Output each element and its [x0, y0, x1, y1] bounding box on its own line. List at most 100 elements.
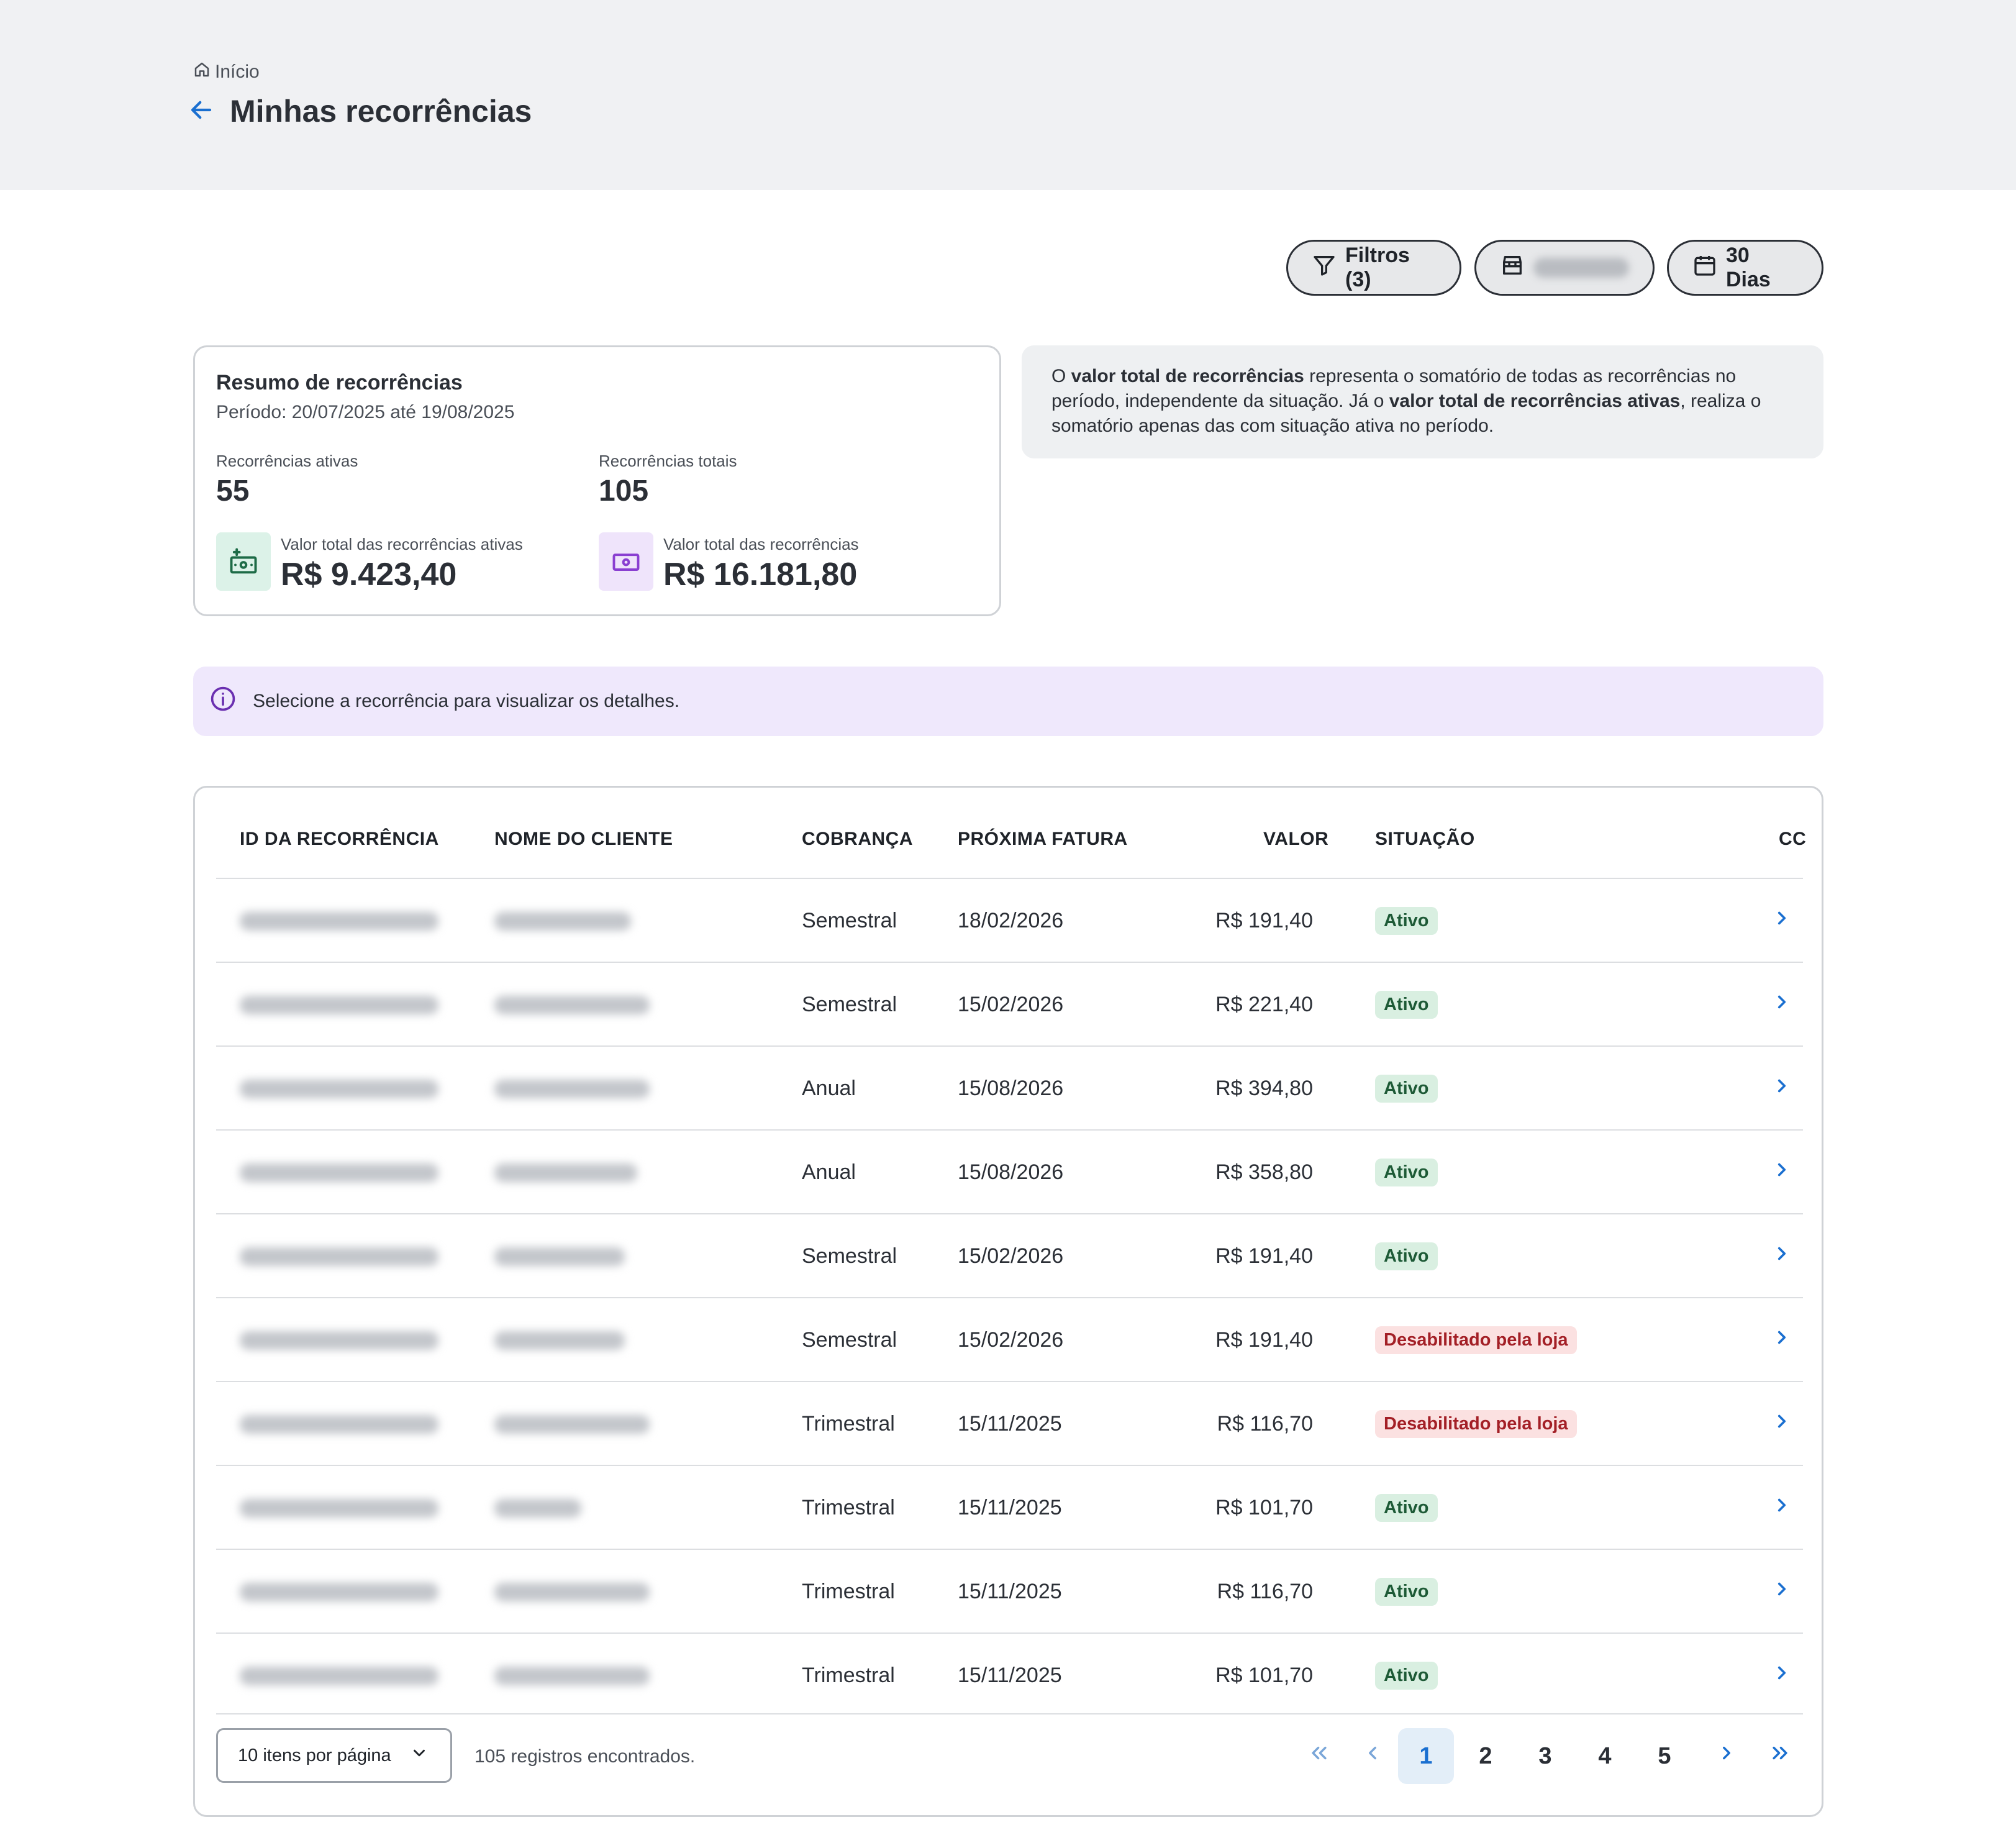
status-cell: Ativo: [1375, 1466, 1438, 1550]
filters-button[interactable]: Filtros (3): [1286, 240, 1461, 296]
chevron-right-icon: [1771, 1578, 1792, 1605]
billing-cell: Trimestral: [802, 1664, 895, 1687]
table-row[interactable]: Semestral 15/02/2026 R$ 191,40 Desabilitado…: [216, 1297, 1803, 1381]
row-open-button[interactable]: [1771, 963, 1792, 1047]
calendar-icon: [1692, 253, 1717, 283]
status-badge: Ativo: [1375, 1578, 1438, 1606]
chevron-left-icon: [1362, 1742, 1383, 1770]
page-header: Início Minhas recorrências: [0, 0, 2016, 190]
previous-page-button[interactable]: [1345, 1728, 1401, 1784]
row-open-button[interactable]: [1771, 1382, 1792, 1466]
billing-cell: Anual: [802, 1160, 856, 1184]
breadcrumb-home-label[interactable]: Início: [215, 61, 260, 83]
chevrons-left-icon: [1309, 1742, 1330, 1770]
billing-cell: Semestral: [802, 1328, 897, 1352]
breadcrumb[interactable]: Início: [193, 60, 260, 84]
table-row[interactable]: Semestral 15/02/2026 R$ 221,40 Ativo: [216, 962, 1803, 1045]
client-name-cell: [494, 963, 650, 1047]
page-4-button[interactable]: 4: [1577, 1728, 1633, 1784]
next-invoice-cell: 15/11/2025: [958, 1580, 1062, 1603]
page-1-button[interactable]: 1: [1398, 1728, 1454, 1784]
billing-cell: Trimestral: [802, 1496, 895, 1519]
first-page-button[interactable]: [1291, 1728, 1347, 1784]
recurrences-table: ID DA RECORRÊNCIA NOME DO CLIENTE COBRAN…: [193, 786, 1823, 1817]
chevrons-right-icon: [1769, 1742, 1791, 1770]
next-invoice-cell: 15/11/2025: [958, 1412, 1062, 1436]
column-header-client: NOME DO CLIENTE: [494, 829, 673, 849]
items-per-page-select[interactable]: 10 itens por página: [216, 1728, 452, 1783]
last-page-button[interactable]: [1752, 1728, 1808, 1784]
billing-cell: Semestral: [802, 909, 897, 932]
table-footer: 10 itens por página 105 registros encont…: [216, 1713, 1803, 1797]
billing-cell: Trimestral: [802, 1412, 895, 1436]
recurrence-id-cell: [240, 1382, 438, 1466]
client-name-cell: [494, 1298, 625, 1382]
status-cell: Ativo: [1375, 1634, 1438, 1718]
row-open-button[interactable]: [1771, 879, 1792, 963]
row-open-button[interactable]: [1771, 1550, 1792, 1634]
value-cell: R$ 221,40: [1215, 993, 1313, 1016]
chevron-right-icon: [1771, 908, 1792, 934]
row-open-button[interactable]: [1771, 1634, 1792, 1718]
recurrence-id-cell: [240, 879, 438, 963]
row-open-button[interactable]: [1771, 1214, 1792, 1298]
client-name-redacted: [494, 1414, 650, 1434]
active-count-value: 55: [216, 475, 250, 508]
back-button[interactable]: [186, 96, 216, 126]
recurrence-id-redacted: [240, 1414, 438, 1434]
period-button[interactable]: 30 Dias: [1667, 240, 1823, 296]
page-title: Minhas recorrências: [230, 94, 532, 129]
row-open-button[interactable]: [1771, 1047, 1792, 1131]
items-per-page-label: 10 itens por página: [238, 1745, 391, 1765]
status-badge: Ativo: [1375, 1075, 1438, 1103]
store-name-redacted: [1533, 258, 1629, 278]
period-label: 30 Dias: [1726, 244, 1771, 291]
summary-title: Resumo de recorrências: [216, 371, 463, 394]
arrow-left-icon: [188, 97, 214, 126]
status-cell: Ativo: [1375, 1550, 1438, 1634]
row-open-button[interactable]: [1771, 1466, 1792, 1550]
client-name-cell: [494, 1131, 637, 1214]
table-row[interactable]: Semestral 15/02/2026 R$ 191,40 Ativo: [216, 1213, 1803, 1297]
next-invoice-cell: 15/11/2025: [958, 1496, 1062, 1519]
chevron-right-icon: [1771, 1495, 1792, 1521]
column-header-next-invoice: PRÓXIMA FATURA: [958, 829, 1128, 849]
table-row[interactable]: Semestral 18/02/2026 R$ 191,40 Ativo: [216, 878, 1803, 962]
total-amount-label: Valor total das recorrências: [663, 535, 859, 553]
next-page-button[interactable]: [1699, 1728, 1755, 1784]
status-badge: Ativo: [1375, 1494, 1438, 1522]
chevron-right-icon: [1771, 1243, 1792, 1270]
recurrence-id-cell: [240, 1550, 438, 1634]
client-name-cell: [494, 1047, 650, 1131]
status-badge: Desabilitado pela loja: [1375, 1410, 1577, 1438]
next-invoice-cell: 15/02/2026: [958, 1328, 1064, 1352]
client-name-redacted: [494, 1582, 650, 1601]
recurrence-id-redacted: [240, 1666, 438, 1685]
status-badge: Desabilitado pela loja: [1375, 1326, 1577, 1354]
page-5-button[interactable]: 5: [1637, 1728, 1692, 1784]
row-open-button[interactable]: [1771, 1131, 1792, 1214]
recurrence-id-redacted: [240, 911, 438, 931]
status-cell: Ativo: [1375, 879, 1438, 963]
page-3-button[interactable]: 3: [1517, 1728, 1573, 1784]
chevron-right-icon: [1771, 1075, 1792, 1102]
value-cell: R$ 358,80: [1215, 1160, 1313, 1184]
recurrence-id-redacted: [240, 995, 438, 1014]
table-row[interactable]: Trimestral 15/11/2025 R$ 116,70 Desabilitad…: [216, 1381, 1803, 1465]
table-row[interactable]: Trimestral 15/11/2025 R$ 101,70 Ativo: [216, 1465, 1803, 1549]
row-open-button[interactable]: [1771, 1298, 1792, 1382]
status-cell: Ativo: [1375, 1214, 1438, 1298]
cash-add-icon: [216, 532, 271, 591]
page-2-button[interactable]: 2: [1458, 1728, 1514, 1784]
store-selector-button[interactable]: [1474, 240, 1655, 296]
info-text-part: O: [1051, 366, 1071, 386]
table-row[interactable]: Anual 15/08/2026 R$ 358,80 Ativo: [216, 1129, 1803, 1213]
billing-cell: Trimestral: [802, 1580, 895, 1603]
table-row[interactable]: Trimestral 15/11/2025 R$ 116,70 Ativo: [216, 1549, 1803, 1632]
status-badge: Ativo: [1375, 1242, 1438, 1270]
table-row[interactable]: Anual 15/08/2026 R$ 394,80 Ativo: [216, 1045, 1803, 1129]
summary-card: Resumo de recorrências Período: 20/07/20…: [193, 345, 1001, 616]
recurrence-id-redacted: [240, 1079, 438, 1098]
chevron-right-icon: [1771, 1327, 1792, 1354]
table-row[interactable]: Trimestral 15/11/2025 R$ 101,70 Ativo: [216, 1632, 1803, 1716]
